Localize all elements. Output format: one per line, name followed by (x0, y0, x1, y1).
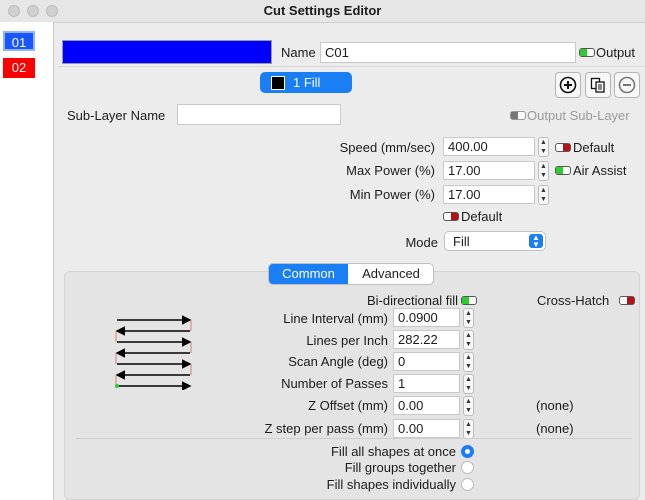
output-sublayer-label: Output Sub-Layer (527, 108, 630, 123)
output-toggle[interactable] (579, 48, 595, 57)
chevron-updown-icon: ▲ ▼ (529, 234, 543, 249)
sublayer-tab-label: 1 Fill (293, 75, 321, 90)
min-power-label: Min Power (%) (349, 187, 435, 202)
fill-all-at-once-label: Fill all shapes at once (330, 444, 456, 459)
z-step-stepper[interactable]: ▲ ▼ (463, 419, 474, 439)
divider (58, 66, 645, 67)
window-title: Cut Settings Editor (263, 3, 382, 18)
plus-circle-icon (559, 76, 577, 94)
minus-circle-icon (618, 76, 636, 94)
passes-label: Number of Passes (281, 376, 388, 391)
sublayer-name-label: Sub-Layer Name (67, 108, 166, 123)
layer-tab-02[interactable]: 02 (3, 58, 35, 78)
layer-color-swatch[interactable] (62, 40, 272, 64)
fill-shapes-individually-label: Fill shapes individually (326, 477, 456, 492)
settings-tab-control: Common Advanced (268, 263, 434, 285)
air-assist-toggle[interactable] (555, 166, 571, 175)
name-input[interactable]: C01 (320, 42, 576, 63)
lines-per-inch-input[interactable]: 282.22 (393, 330, 460, 349)
scan-angle-label: Scan Angle (deg) (288, 354, 388, 369)
scan-angle-stepper[interactable]: ▲ ▼ (463, 352, 474, 372)
divider (76, 438, 632, 439)
min-power-stepper[interactable]: ▲ ▼ (538, 185, 549, 205)
copy-sublayer-button[interactable] (585, 72, 611, 98)
sublayer-name-input[interactable] (177, 104, 341, 125)
bidirectional-label: Bi-directional fill (366, 293, 458, 308)
copy-icon (590, 77, 605, 93)
line-interval-input[interactable]: 0.0900 (393, 308, 460, 327)
lines-per-inch-label: Lines per Inch (306, 333, 388, 348)
mode-select[interactable]: Fill ▲ ▼ (444, 231, 546, 251)
remove-sublayer-button[interactable] (614, 72, 640, 98)
passes-stepper[interactable]: ▲ ▼ (463, 374, 474, 394)
min-power-default-toggle[interactable] (443, 212, 459, 221)
bidirectional-toggle[interactable] (461, 296, 477, 305)
z-offset-note: (none) (536, 398, 574, 413)
speed-default-toggle[interactable] (555, 143, 571, 152)
passes-input[interactable]: 1 (393, 374, 460, 393)
speed-stepper[interactable]: ▲ ▼ (538, 137, 549, 157)
min-power-input[interactable]: 17.00 (443, 185, 535, 204)
fill-all-at-once-radio[interactable] (461, 445, 474, 458)
z-step-label: Z step per pass (mm) (264, 421, 388, 436)
fill-groups-together-radio[interactable] (461, 461, 474, 474)
max-power-input[interactable]: 17.00 (443, 161, 535, 180)
add-sublayer-button[interactable] (555, 72, 581, 98)
fill-groups-together-label: Fill groups together (344, 460, 456, 475)
output-sublayer-toggle[interactable] (510, 111, 526, 120)
layer-tab-01[interactable]: 01 (3, 31, 35, 51)
fill-pattern-preview (115, 315, 192, 390)
crosshatch-toggle[interactable] (619, 296, 635, 305)
max-power-stepper[interactable]: ▲ ▼ (538, 161, 549, 181)
layer-list (0, 22, 54, 500)
crosshatch-label: Cross-Hatch (537, 293, 610, 308)
speed-label: Speed (mm/sec) (339, 140, 435, 155)
line-interval-stepper[interactable]: ▲ ▼ (463, 308, 474, 328)
name-label: Name (281, 45, 316, 60)
mode-label: Mode (405, 235, 438, 250)
mode-select-value: Fill (453, 234, 470, 249)
max-power-label: Max Power (%) (346, 163, 435, 178)
output-label: Output (596, 45, 636, 60)
tab-advanced[interactable]: Advanced (349, 264, 433, 284)
tab-common[interactable]: Common (269, 264, 348, 284)
z-step-input[interactable]: 0.00 (393, 419, 460, 438)
fill-shapes-individually-radio[interactable] (461, 478, 474, 491)
scan-angle-input[interactable]: 0 (393, 352, 460, 371)
z-offset-stepper[interactable]: ▲ ▼ (463, 396, 474, 416)
line-interval-label: Line Interval (mm) (283, 311, 388, 326)
speed-default-label: Default (573, 140, 615, 155)
sublayer-tab-fill[interactable]: 1 Fill (260, 72, 352, 93)
color-square-icon (271, 76, 285, 90)
z-offset-label: Z Offset (mm) (308, 398, 388, 413)
lines-per-inch-stepper[interactable]: ▲ ▼ (463, 330, 474, 350)
air-assist-label: Air Assist (573, 163, 627, 178)
z-offset-input[interactable]: 0.00 (393, 396, 460, 415)
min-power-default-label: Default (461, 209, 503, 224)
speed-input[interactable]: 400.00 (443, 137, 535, 156)
z-step-note: (none) (536, 421, 574, 436)
